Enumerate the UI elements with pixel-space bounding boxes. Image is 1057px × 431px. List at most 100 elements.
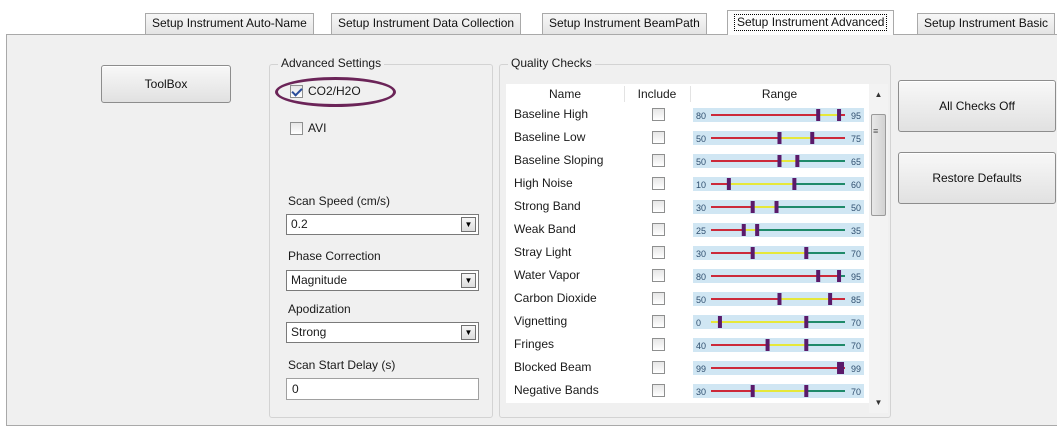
include-checkbox[interactable] xyxy=(652,108,665,121)
include-checkbox[interactable] xyxy=(652,154,665,167)
chevron-down-icon[interactable]: ▼ xyxy=(461,325,476,340)
range-min-value: 40 xyxy=(696,341,706,351)
include-checkbox[interactable] xyxy=(652,361,665,374)
range-slider[interactable]: 25 35 xyxy=(693,223,864,237)
table-row[interactable]: Weak Band 25 35 xyxy=(506,219,869,242)
range-high-marker[interactable] xyxy=(804,316,809,328)
row-name: Water Vapor xyxy=(514,268,581,282)
range-slider[interactable]: 50 65 xyxy=(693,154,864,168)
chevron-down-icon[interactable]: ▼ xyxy=(461,273,476,288)
tab-auto-name[interactable]: Setup Instrument Auto-Name xyxy=(145,13,314,34)
range-low-marker[interactable] xyxy=(777,132,782,144)
range-slider[interactable]: 50 85 xyxy=(693,292,864,306)
scroll-up-icon[interactable]: ▲ xyxy=(869,86,888,103)
table-row[interactable]: Vignetting 0 70 xyxy=(506,311,869,334)
apodization-label: Apodization xyxy=(288,302,351,316)
include-checkbox[interactable] xyxy=(652,246,665,259)
include-checkbox[interactable] xyxy=(652,292,665,305)
range-high-marker[interactable] xyxy=(837,109,842,121)
range-low-marker[interactable] xyxy=(750,201,755,213)
column-header-range[interactable]: Range xyxy=(690,87,869,101)
table-row[interactable]: Strong Band 30 50 xyxy=(506,196,869,219)
range-high-marker[interactable] xyxy=(774,201,779,213)
range-slider[interactable]: 80 95 xyxy=(693,108,864,122)
all-checks-off-button[interactable]: All Checks Off xyxy=(898,80,1056,132)
toolbox-button[interactable]: ToolBox xyxy=(101,65,231,103)
scan-start-delay-input[interactable]: 0 xyxy=(286,378,479,400)
table-row[interactable]: Water Vapor 80 95 xyxy=(506,265,869,288)
table-row[interactable]: Blocked Beam 99 99 xyxy=(506,357,869,380)
range-graphic: 0 70 xyxy=(696,316,861,328)
range-slider[interactable]: 0 70 xyxy=(693,315,864,329)
include-checkbox[interactable] xyxy=(652,338,665,351)
range-min-value: 10 xyxy=(696,180,706,190)
range-low-marker[interactable] xyxy=(750,247,755,259)
include-checkbox[interactable] xyxy=(652,200,665,213)
grid-scrollbar[interactable]: ▲ ≡ ▼ xyxy=(869,84,888,413)
table-row[interactable]: Negative Bands 30 70 xyxy=(506,380,869,403)
range-high-marker[interactable] xyxy=(795,155,800,167)
restore-defaults-button[interactable]: Restore Defaults xyxy=(898,152,1056,204)
range-slider[interactable]: 40 70 xyxy=(693,338,864,352)
scroll-down-icon[interactable]: ▼ xyxy=(869,394,888,411)
table-row[interactable]: Baseline Low 50 75 xyxy=(506,127,869,150)
range-low-marker[interactable] xyxy=(726,178,731,190)
range-high-marker[interactable] xyxy=(840,362,845,374)
range-low-marker[interactable] xyxy=(717,316,722,328)
table-row[interactable]: Stray Light 30 70 xyxy=(506,242,869,265)
range-min-value: 30 xyxy=(696,249,706,259)
range-high-marker[interactable] xyxy=(810,132,815,144)
range-low-marker[interactable] xyxy=(741,224,746,236)
range-low-marker[interactable] xyxy=(816,270,821,282)
tab-beampath[interactable]: Setup Instrument BeamPath xyxy=(542,13,707,34)
tab-basic[interactable]: Setup Instrument Basic xyxy=(917,13,1056,34)
include-checkbox[interactable] xyxy=(652,223,665,236)
column-header-name[interactable]: Name xyxy=(506,87,624,101)
range-slider[interactable]: 99 99 xyxy=(693,361,864,375)
range-slider[interactable]: 30 70 xyxy=(693,384,864,398)
range-high-marker[interactable] xyxy=(828,293,833,305)
range-high-marker[interactable] xyxy=(804,247,809,259)
range-low-marker[interactable] xyxy=(750,385,755,397)
avi-checkbox[interactable] xyxy=(290,122,303,135)
tab-advanced[interactable]: Setup Instrument Advanced xyxy=(727,10,895,35)
table-row[interactable]: Carbon Dioxide 50 85 xyxy=(506,288,869,311)
range-low-marker[interactable] xyxy=(777,293,782,305)
range-graphic: 80 95 xyxy=(696,270,861,282)
phase-correction-combo[interactable]: Magnitude ▼ xyxy=(286,270,479,291)
include-checkbox[interactable] xyxy=(652,177,665,190)
range-slider[interactable]: 50 75 xyxy=(693,131,864,145)
range-slider[interactable]: 80 95 xyxy=(693,269,864,283)
include-checkbox[interactable] xyxy=(652,384,665,397)
range-low-marker[interactable] xyxy=(816,109,821,121)
range-high-marker[interactable] xyxy=(792,178,797,190)
range-graphic: 50 85 xyxy=(696,293,861,305)
row-name: Blocked Beam xyxy=(514,360,592,374)
apodization-combo[interactable]: Strong ▼ xyxy=(286,322,479,343)
range-graphic: 99 99 xyxy=(696,362,861,374)
include-checkbox[interactable] xyxy=(652,131,665,144)
scan-speed-combo[interactable]: 0.2 ▼ xyxy=(286,214,479,235)
range-high-marker[interactable] xyxy=(804,339,809,351)
table-row[interactable]: High Noise 10 60 xyxy=(506,173,869,196)
range-slider[interactable]: 10 60 xyxy=(693,177,864,191)
range-min-value: 25 xyxy=(696,226,706,236)
chevron-down-icon[interactable]: ▼ xyxy=(461,217,476,232)
row-name: Stray Light xyxy=(514,245,572,259)
include-checkbox[interactable] xyxy=(652,269,665,282)
row-name: Baseline Sloping xyxy=(514,153,604,167)
column-header-include[interactable]: Include xyxy=(624,87,690,101)
table-row[interactable]: Baseline High 80 95 xyxy=(506,104,869,127)
range-high-marker[interactable] xyxy=(804,385,809,397)
range-slider[interactable]: 30 50 xyxy=(693,200,864,214)
range-low-marker[interactable] xyxy=(777,155,782,167)
range-min-value: 0 xyxy=(696,318,701,328)
tab-data-collection[interactable]: Setup Instrument Data Collection xyxy=(331,13,522,34)
table-row[interactable]: Baseline Sloping 50 65 xyxy=(506,150,869,173)
range-low-marker[interactable] xyxy=(765,339,770,351)
range-high-marker[interactable] xyxy=(755,224,760,236)
range-slider[interactable]: 30 70 xyxy=(693,246,864,260)
include-checkbox[interactable] xyxy=(652,315,665,328)
table-row[interactable]: Fringes 40 70 xyxy=(506,334,869,357)
range-high-marker[interactable] xyxy=(837,270,842,282)
